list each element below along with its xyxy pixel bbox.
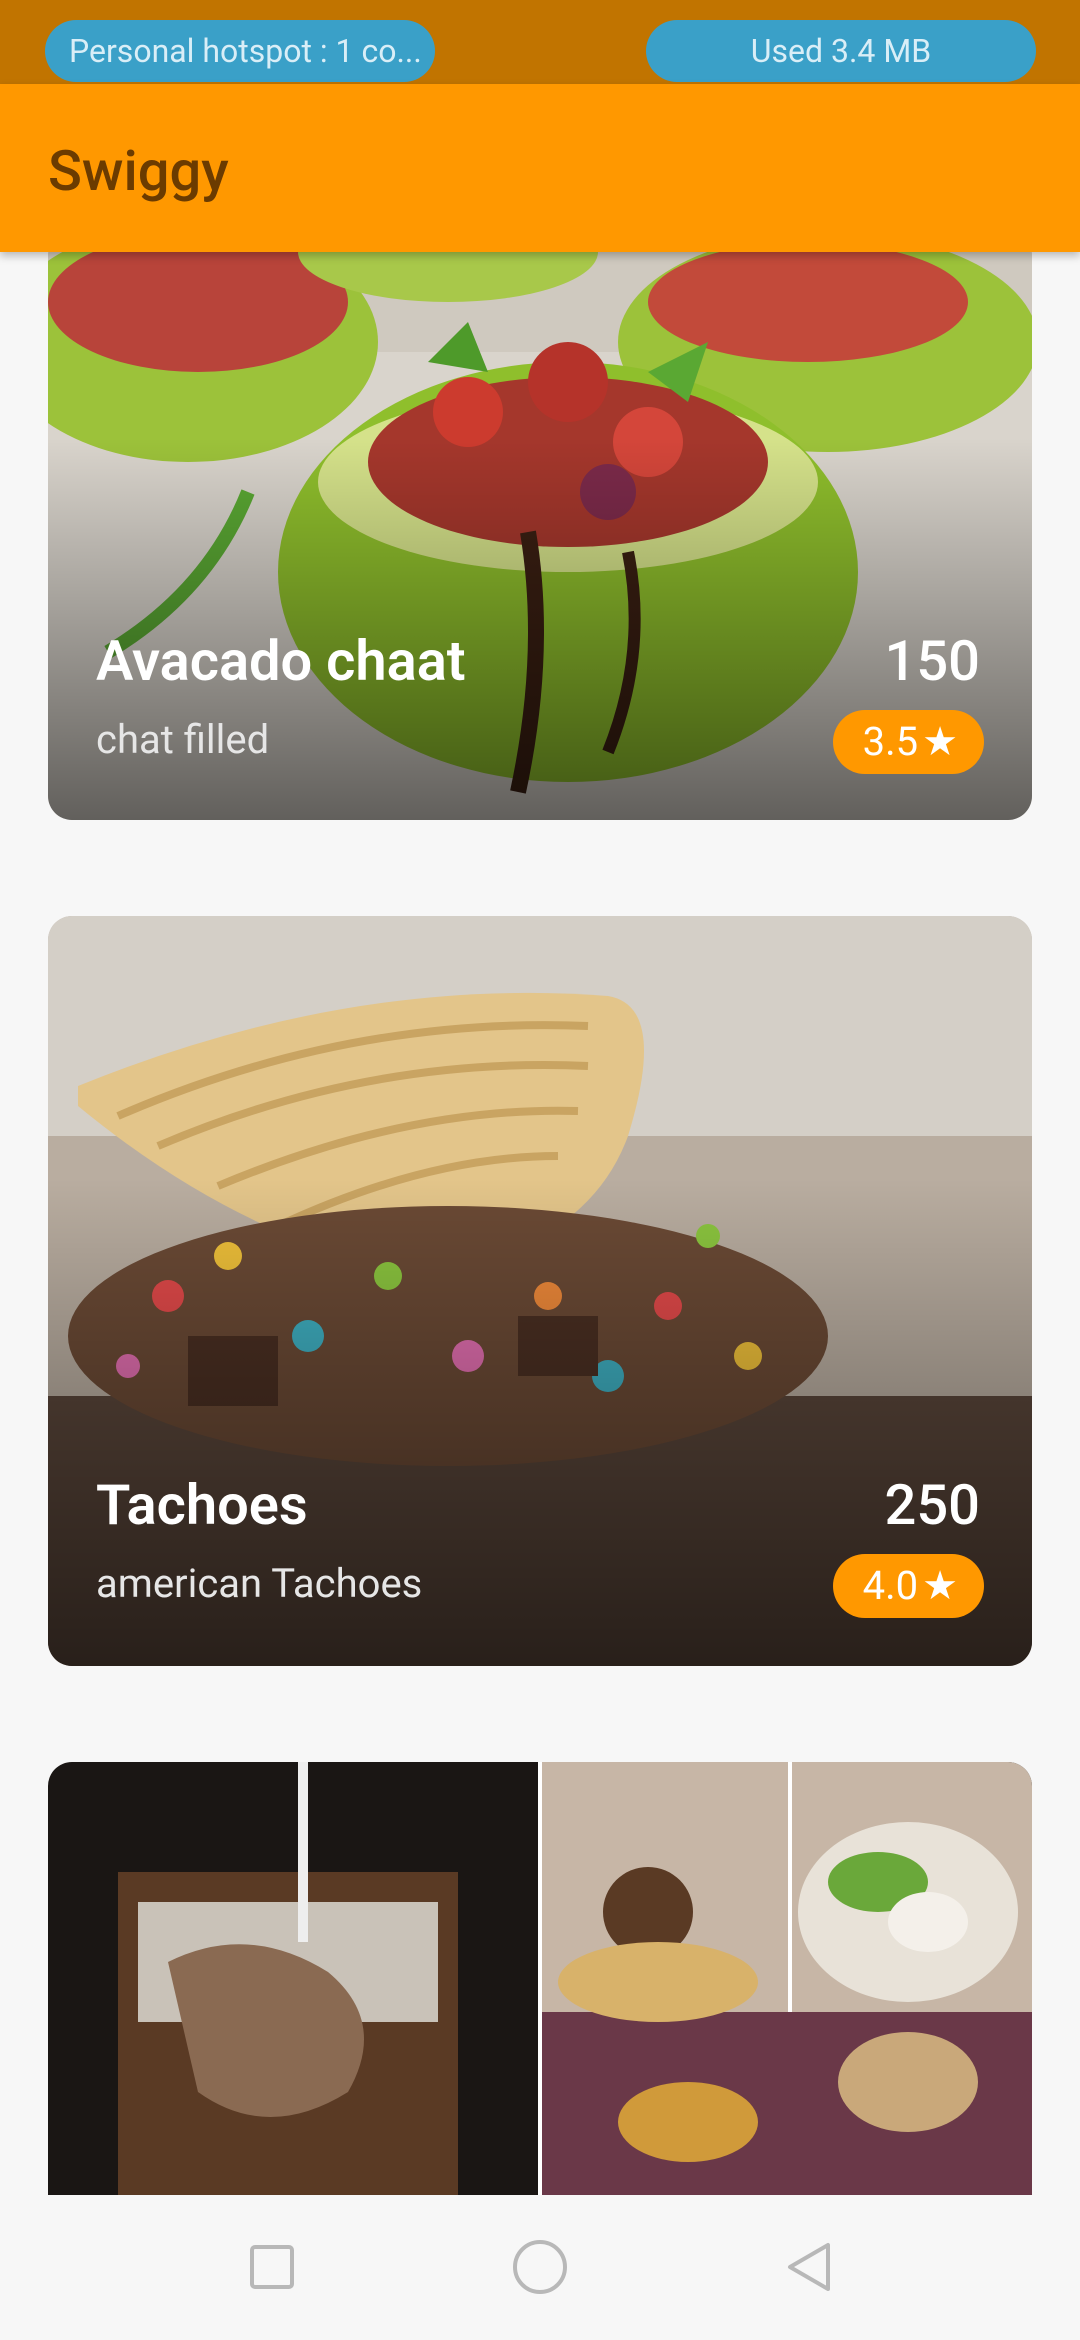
star-icon: ★	[922, 1562, 958, 1609]
star-icon: ★	[922, 718, 958, 765]
item-name: Tachoes	[96, 1472, 308, 1538]
item-name: Avacado chaat	[96, 628, 466, 694]
navigation-bar	[0, 2195, 1080, 2340]
status-bar: Personal hotspot : 1 co... Used 3.4 MB	[0, 0, 1080, 84]
food-image	[48, 1762, 1032, 2195]
rating-badge: 4.0 ★	[832, 1554, 984, 1618]
food-card[interactable]: Tachoes 250 american Tachoes 4.0 ★	[48, 916, 1032, 1666]
rating-badge: 3.5 ★	[832, 710, 984, 774]
app-bar: Swiggy	[0, 84, 1080, 252]
rating-value: 4.0	[862, 1562, 919, 1609]
data-usage-pill[interactable]: Used 3.4 MB	[646, 20, 1036, 82]
back-triangle-icon[interactable]	[780, 2237, 840, 2297]
food-card[interactable]	[48, 1762, 1032, 2195]
app-title: Swiggy	[48, 138, 229, 204]
hotspot-pill[interactable]: Personal hotspot : 1 co...	[45, 20, 435, 82]
home-circle-icon[interactable]	[510, 2237, 570, 2297]
rating-value: 3.5	[862, 718, 919, 765]
item-description: chat filled	[96, 716, 270, 763]
item-price: 150	[884, 628, 980, 694]
food-card[interactable]: Avacado chaat 150 chat filled 3.5 ★	[48, 252, 1032, 820]
food-list[interactable]: Avacado chaat 150 chat filled 3.5 ★ Tach…	[0, 252, 1080, 2195]
recents-square-icon[interactable]	[242, 2237, 302, 2297]
item-price: 250	[884, 1472, 980, 1538]
item-description: american Tachoes	[96, 1560, 423, 1607]
